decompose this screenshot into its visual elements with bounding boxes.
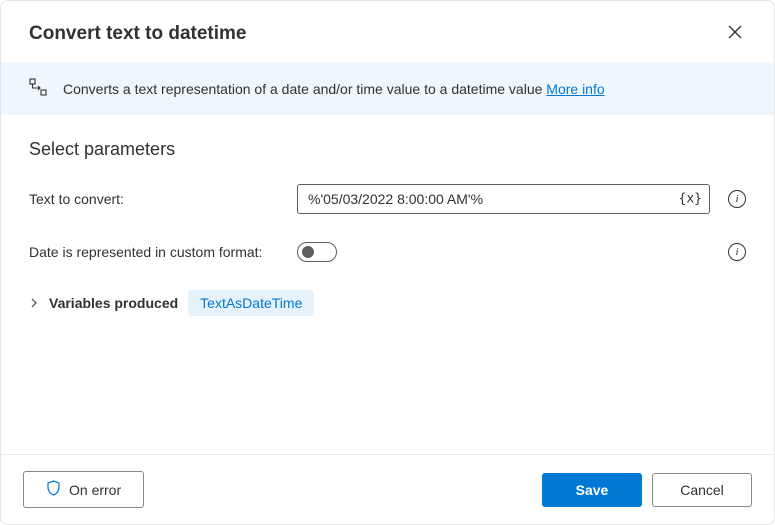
convert-text-datetime-dialog: Convert text to datetime Converts a text…	[0, 0, 775, 525]
banner-text-wrap: Converts a text representation of a date…	[63, 81, 605, 97]
variable-picker-icon[interactable]: {x}	[679, 192, 702, 207]
text-to-convert-row: Text to convert: {x} i	[29, 184, 746, 214]
info-icon[interactable]: i	[728, 243, 746, 261]
text-to-convert-input-wrap: {x}	[297, 184, 710, 214]
variables-produced-row: Variables produced TextAsDateTime	[29, 290, 746, 316]
section-title: Select parameters	[29, 139, 746, 160]
variables-produced-label: Variables produced	[49, 295, 178, 311]
text-to-convert-input[interactable]	[297, 184, 710, 214]
close-icon	[728, 25, 742, 42]
custom-format-toggle[interactable]	[297, 242, 337, 262]
close-button[interactable]	[724, 21, 746, 46]
text-to-convert-label: Text to convert:	[29, 191, 285, 207]
info-banner: Converts a text representation of a date…	[1, 62, 774, 115]
on-error-button[interactable]: On error	[23, 471, 144, 508]
cancel-button[interactable]: Cancel	[652, 473, 752, 507]
on-error-label: On error	[69, 482, 121, 498]
footer-right: Save Cancel	[542, 473, 752, 507]
dialog-footer: On error Save Cancel	[1, 454, 774, 524]
variable-chip[interactable]: TextAsDateTime	[188, 290, 314, 316]
dialog-header: Convert text to datetime	[1, 1, 774, 62]
info-icon[interactable]: i	[728, 190, 746, 208]
shield-icon	[46, 480, 61, 499]
custom-format-row: Date is represented in custom format: i	[29, 242, 746, 262]
save-button[interactable]: Save	[542, 473, 642, 507]
custom-format-control-wrap	[297, 242, 710, 262]
more-info-link[interactable]: More info	[546, 81, 604, 97]
conversion-icon	[29, 78, 47, 99]
toggle-knob	[302, 246, 314, 258]
chevron-right-icon[interactable]	[29, 297, 39, 309]
custom-format-label: Date is represented in custom format:	[29, 244, 285, 260]
banner-text: Converts a text representation of a date…	[63, 81, 546, 97]
dialog-content: Select parameters Text to convert: {x} i…	[1, 115, 774, 454]
dialog-title: Convert text to datetime	[29, 23, 246, 45]
